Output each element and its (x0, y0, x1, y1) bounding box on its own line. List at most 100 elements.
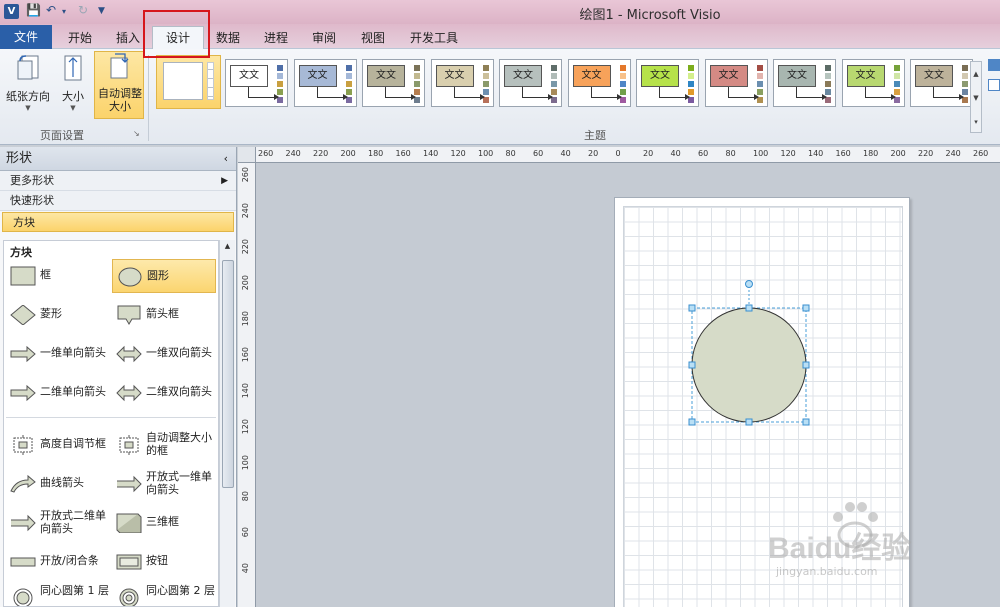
ruler-tick-label: 80 (241, 491, 250, 502)
shape-button[interactable]: 按钮 (112, 545, 216, 579)
page-setup-group-label: 页面设置 (40, 129, 84, 142)
shape-label: 一维单向箭头 (40, 346, 106, 359)
orientation-button[interactable]: 纸张方向 ▼ (4, 53, 52, 119)
theme-connector (659, 87, 660, 97)
shape-label: 箭头框 (146, 307, 179, 320)
ruler-tick-label: 240 (945, 149, 961, 158)
shape-circle[interactable]: 圆形 (112, 259, 216, 293)
ruler-tick-label: 100 (478, 149, 494, 158)
theme-option-7[interactable]: 文文 (636, 59, 699, 107)
shape-concentric-2[interactable]: 同心圆第 2 层 (112, 581, 216, 606)
theme-option-2[interactable]: 文文 (293, 59, 357, 107)
shape-concentric-1[interactable]: 同心圆第 1 层 (6, 581, 110, 606)
stencil-scrollbar[interactable]: ▲ (219, 240, 235, 607)
shape-1d-single-arrow[interactable]: 一维单向箭头 (6, 337, 110, 371)
theme-option-8[interactable]: 文文 (704, 59, 768, 107)
shape-label: 框 (40, 268, 51, 281)
theme-sample: 文文 (504, 65, 542, 87)
shape-box[interactable]: 框 (6, 259, 110, 293)
shape-3d-box[interactable]: 三维框 (112, 506, 216, 540)
theme-colors-icon[interactable] (988, 59, 1000, 71)
theme-option-4[interactable]: 文文 (430, 59, 494, 107)
horizontal-ruler[interactable]: 260 240 220 200 180 160 140 120 100 80 60 40 20 0 20 40… (256, 147, 1000, 163)
shape-open-closed-bar[interactable]: 开放/闭合条 (6, 545, 110, 579)
theme-option-1[interactable]: 文文 (225, 59, 288, 107)
resize-handle[interactable] (745, 304, 753, 312)
resize-handle[interactable] (802, 304, 810, 312)
theme-option-6[interactable]: 文文 (567, 59, 631, 107)
shape-2d-double-arrow[interactable]: 二维双向箭头 (112, 376, 216, 410)
shape-2d-single-arrow[interactable]: 二维单向箭头 (6, 376, 110, 410)
ruler-tick-label: 260 (258, 149, 274, 158)
tab-process[interactable]: 进程 (256, 27, 296, 49)
watermark-text: Baidu经验 (768, 532, 912, 565)
more-shapes-label: 更多形状 (10, 174, 54, 187)
scroll-up-icon[interactable]: ▲ (220, 242, 235, 250)
theme-sample: 文文 (709, 65, 748, 87)
page-setup-launcher-icon[interactable]: ↘ (133, 129, 140, 138)
tab-developer[interactable]: 开发工具 (404, 27, 464, 49)
ruler-tick-label: 180 (368, 149, 384, 158)
resize-handle[interactable] (802, 418, 810, 426)
scrollbar-thumb[interactable] (222, 260, 234, 488)
size-button[interactable]: 大小 ▼ (56, 53, 90, 119)
resize-handle[interactable] (802, 361, 810, 369)
shape-curved-arrow[interactable]: 曲线箭头 (6, 467, 110, 501)
shape-label: 开放式二维单向箭头 (40, 509, 106, 535)
auto-size-button[interactable]: 自动调整大小 (94, 51, 144, 119)
theme-connector-arrow (522, 94, 553, 100)
ruler-tick-label: 200 (890, 149, 906, 158)
shape-open-2d-arrow[interactable]: 开放式二维单向箭头 (6, 506, 110, 540)
tab-file[interactable]: 文件 (0, 25, 52, 49)
open-arrow-icon (11, 514, 36, 532)
shape-label: 开放/闭合条 (40, 554, 99, 567)
stencil-blocks-row[interactable]: 方块 (2, 212, 234, 232)
ruler-tick-label: 140 (423, 149, 439, 158)
orientation-label: 纸张方向 (6, 90, 50, 103)
collapse-panel-icon[interactable]: ‹ (224, 147, 228, 171)
ruler-tick-label: 0 (615, 149, 621, 158)
more-shapes-row[interactable]: 更多形状 ▶ (0, 171, 236, 191)
theme-effects-icon[interactable] (988, 79, 1000, 91)
resize-handle[interactable] (688, 304, 696, 312)
shape-auto-size-box[interactable]: 自动调整大小的框 (112, 428, 216, 462)
ruler-tick-label: 160 (241, 347, 250, 363)
circle-shape[interactable] (691, 307, 807, 423)
ruler-tick-label: 60 (533, 149, 544, 158)
shape-auto-height-box[interactable]: 高度自调节框 (6, 428, 110, 462)
theme-option-9[interactable]: 文文 (773, 59, 836, 107)
shape-arrow-box[interactable]: 箭头框 (112, 298, 216, 332)
theme-connector (385, 87, 386, 97)
tab-insert[interactable]: 插入 (108, 27, 148, 49)
theme-none[interactable] (156, 55, 221, 109)
theme-sample: 文文 (778, 65, 816, 87)
resize-handle[interactable] (688, 361, 696, 369)
tab-review[interactable]: 审阅 (304, 27, 344, 49)
tab-view[interactable]: 视图 (353, 27, 393, 49)
circle-icon (118, 267, 142, 287)
vertical-ruler[interactable]: 260 240 220 200 180 160 140 120 100 80 60 40 (238, 163, 256, 607)
theme-sample: 文文 (435, 65, 474, 87)
shape-label: 同心圆第 2 层 (146, 584, 215, 597)
theme-option-11[interactable]: 文文 (910, 59, 973, 107)
resize-handle[interactable] (688, 418, 696, 426)
stencil-shapes-list: 方块 框 圆形 菱形 箭头框 一维单向箭头 一维双向箭头 二维单向箭头 二维双向… (3, 240, 219, 607)
tab-home[interactable]: 开始 (60, 27, 100, 49)
rotation-handle[interactable] (745, 280, 753, 288)
page-orientation-icon (17, 55, 39, 80)
theme-option-3[interactable]: 文文 (362, 59, 425, 107)
resize-handle[interactable] (745, 418, 753, 426)
shape-open-1d-arrow[interactable]: 开放式一维单向箭头 (112, 467, 216, 501)
theme-option-10[interactable]: 文文 (841, 59, 905, 107)
gallery-scroll[interactable]: ▲ ▼ ▾ (970, 61, 982, 133)
theme-connector (864, 87, 866, 97)
ruler-tick-label: 240 (285, 149, 301, 158)
theme-option-5[interactable]: 文文 (499, 59, 562, 107)
baidu-watermark: Baidu经验 jingyan.baidu.com (760, 495, 980, 595)
quick-shapes-row[interactable]: 快速形状 (0, 191, 236, 211)
tab-data[interactable]: 数据 (208, 27, 248, 49)
shape-1d-double-arrow[interactable]: 一维双向箭头 (112, 337, 216, 371)
shape-diamond[interactable]: 菱形 (6, 298, 110, 332)
theme-sample: 文文 (298, 65, 337, 87)
shape-label: 高度自调节框 (40, 437, 106, 450)
